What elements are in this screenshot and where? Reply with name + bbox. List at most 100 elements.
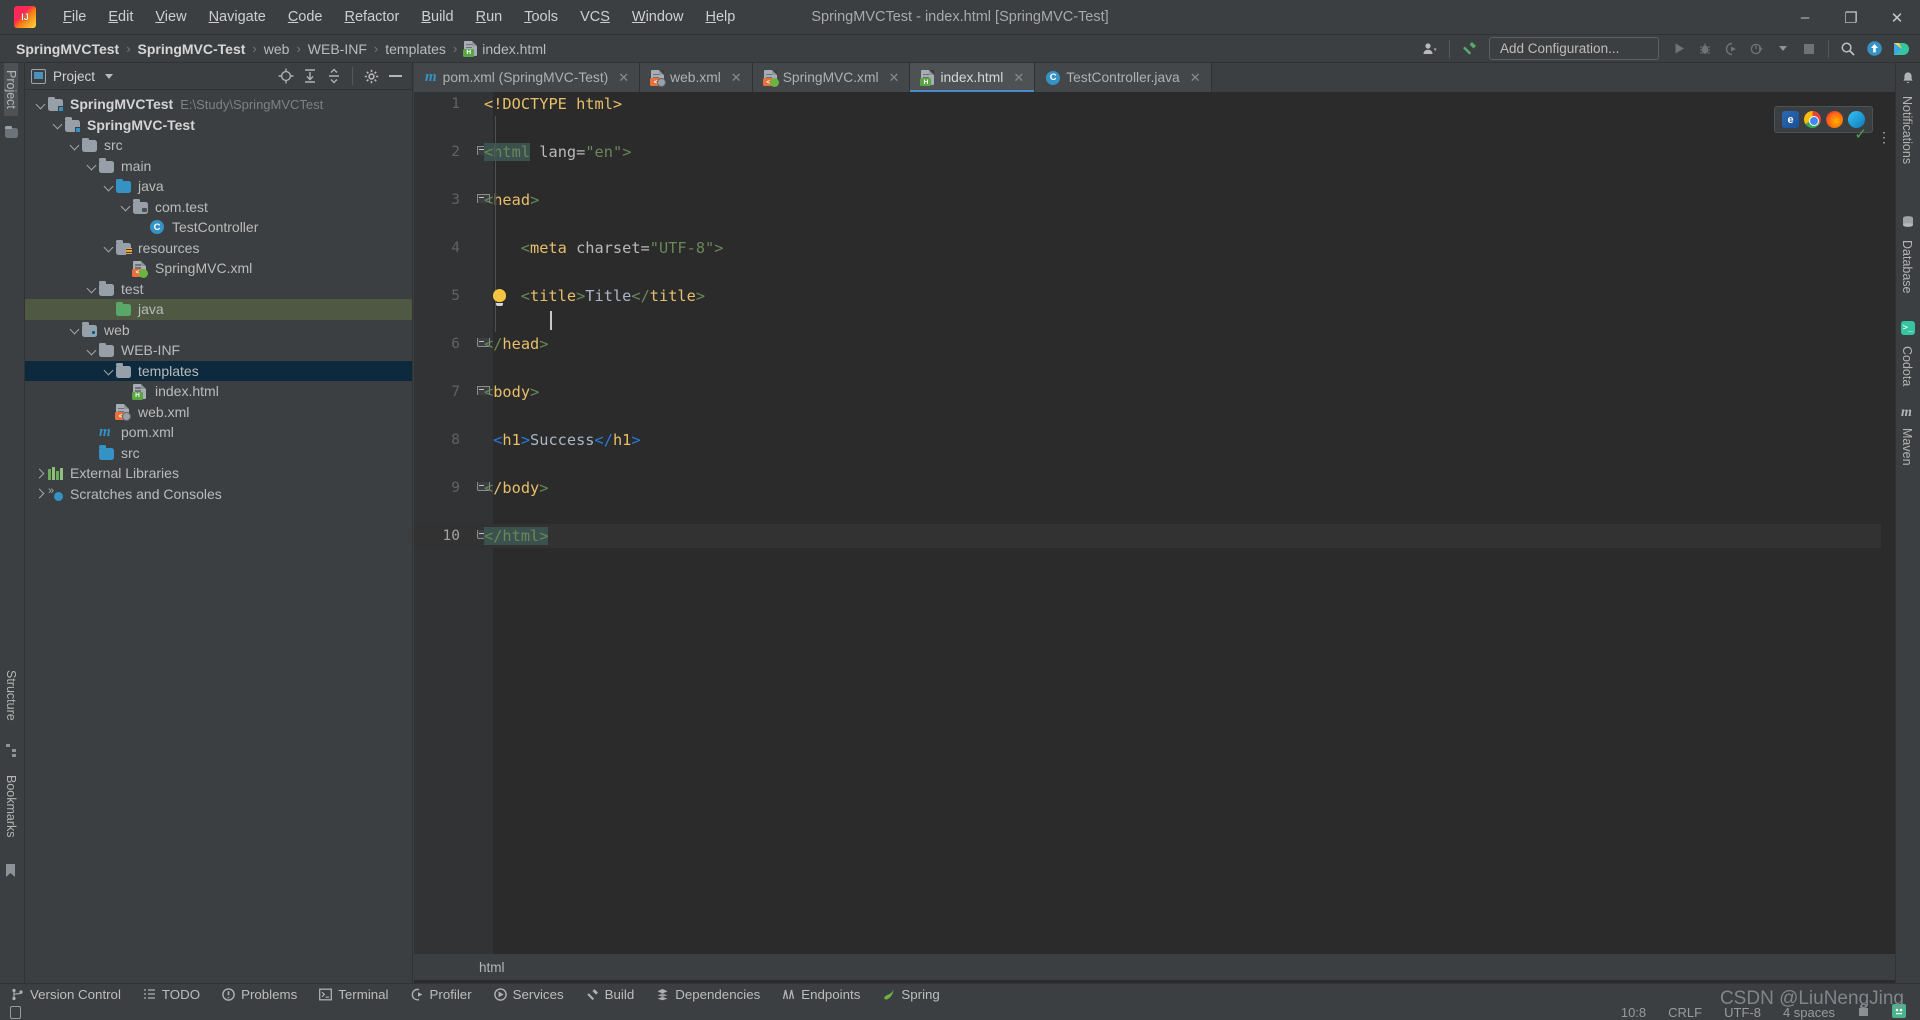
editor-scrollbar[interactable] — [1881, 121, 1895, 963]
tree-node-main[interactable]: main — [25, 156, 412, 177]
read-only-toggle-icon[interactable] — [1857, 1003, 1870, 1020]
run-with-coverage-icon[interactable] — [1719, 38, 1743, 60]
locate-icon[interactable] — [275, 66, 297, 87]
collapse-all-icon[interactable] — [323, 66, 345, 87]
tool-window-button-spring[interactable]: Spring — [871, 985, 950, 1004]
chevron-down-icon[interactable] — [103, 364, 116, 377]
chevron-down-icon[interactable] — [69, 323, 82, 336]
firefox-browser-icon[interactable] — [1826, 111, 1843, 128]
menu-navigate[interactable]: Navigate — [198, 6, 277, 28]
menu-code[interactable]: Code — [277, 6, 334, 28]
database-icon[interactable] — [1901, 215, 1915, 234]
tree-node-web-xml[interactable]: < web.xml — [25, 402, 412, 423]
chevron-right-icon[interactable] — [35, 467, 48, 480]
tree-node-springmvc-test[interactable]: SpringMVC-Test — [25, 115, 412, 136]
tree-node-index-html[interactable]: Hindex.html — [25, 381, 412, 402]
search-everywhere-icon[interactable] — [1836, 38, 1860, 60]
tool-strip-tab-database[interactable]: Database — [1900, 233, 1914, 301]
tool-window-button-endpoints[interactable]: Endpoints — [771, 985, 871, 1004]
tree-node-java[interactable]: java — [25, 299, 412, 320]
breadcrumb-item-springmvctest[interactable]: SpringMVCTest — [12, 40, 123, 58]
close-button[interactable]: ✕ — [1874, 0, 1920, 35]
codota-panel-icon[interactable]: >_ — [1901, 321, 1915, 335]
encoding-widget[interactable]: UTF-8 — [1724, 1005, 1761, 1020]
chevron-down-icon[interactable] — [69, 139, 82, 152]
close-icon[interactable]: ✕ — [1013, 70, 1024, 86]
menu-help[interactable]: Help — [694, 6, 746, 28]
close-icon[interactable]: ✕ — [889, 70, 900, 86]
tree-node-scratches-and-consoles[interactable]: Scratches and Consoles — [25, 484, 412, 505]
code-line[interactable]: 10 </html> — [414, 524, 1895, 548]
tool-window-button-terminal[interactable]: Terminal — [308, 985, 399, 1004]
editor-tab-overflow-icon[interactable]: ⋮ — [1877, 129, 1891, 146]
tree-node-test[interactable]: test — [25, 279, 412, 300]
editor-tab-web-xml[interactable]: < web.xml ✕ — [640, 63, 753, 92]
maven-icon[interactable]: m — [1901, 403, 1912, 421]
code-line[interactable]: 4 <meta charset="UTF-8"> — [414, 236, 1895, 260]
menu-run[interactable]: Run — [465, 6, 514, 28]
tree-node-pom-xml[interactable]: m pom.xml — [25, 422, 412, 443]
code-line[interactable]: 8 <h1>Success</h1> — [414, 428, 1895, 452]
tool-window-button-todo[interactable]: TODO — [132, 985, 211, 1004]
code-editor[interactable]: 1 <!DOCTYPE html> 2 <html lang="en"> 3 <head>… — [414, 92, 1895, 963]
chevron-down-icon[interactable] — [86, 282, 99, 295]
code-line[interactable]: 2 <html lang="en"> — [414, 140, 1895, 164]
code-line[interactable]: 5 <title>Title</title> — [414, 284, 1895, 308]
menu-edit[interactable]: Edit — [97, 6, 144, 28]
chrome-browser-icon[interactable] — [1804, 111, 1821, 128]
menu-file[interactable]: File — [52, 6, 97, 28]
project-tree[interactable]: SpringMVCTest E:\Study\SpringMVCTest Sprin… — [25, 90, 412, 504]
editor-tab-pom-xml-springmvc-test[interactable]: m pom.xml (SpringMVC-Test) ✕ — [414, 63, 641, 92]
code-line[interactable]: 3 <head> — [414, 188, 1895, 212]
close-icon[interactable]: ✕ — [618, 70, 629, 86]
tool-window-button-build[interactable]: Build — [575, 985, 646, 1004]
tree-node-java[interactable]: java — [25, 176, 412, 197]
close-icon[interactable]: ✕ — [731, 70, 742, 86]
hide-panel-icon[interactable] — [384, 66, 406, 87]
stop-icon[interactable] — [1797, 38, 1821, 60]
tool-window-button-profiler[interactable]: Profiler — [400, 985, 483, 1004]
tree-node-src[interactable]: src — [25, 443, 412, 464]
code-line[interactable]: 6 </head> — [414, 332, 1895, 356]
menu-window[interactable]: Window — [621, 6, 695, 28]
tree-node-templates[interactable]: templates — [25, 360, 412, 381]
breadcrumb-item-springmvc-test[interactable]: SpringMVC-Test — [134, 40, 250, 58]
debug-icon[interactable] — [1693, 38, 1717, 60]
breadcrumb-item-index-html[interactable]: Hindex.html — [460, 40, 550, 58]
menu-build[interactable]: Build — [410, 6, 464, 28]
editor-tab-testcontroller-java[interactable]: C TestController.java ✕ — [1035, 63, 1212, 92]
code-line[interactable]: 7 <body> — [414, 380, 1895, 404]
tool-strip-tab-codota[interactable]: Codota — [1900, 339, 1914, 393]
chevron-down-icon[interactable] — [103, 180, 116, 193]
chevron-right-icon[interactable] — [35, 487, 48, 500]
close-icon[interactable]: ✕ — [1190, 70, 1201, 86]
tree-node-resources[interactable]: resources — [25, 238, 412, 259]
intention-lightbulb-icon[interactable] — [493, 289, 506, 306]
tool-strip-tab-project[interactable]: Project — [4, 63, 18, 116]
code-line[interactable]: 9 </body> — [414, 476, 1895, 500]
minimize-button[interactable]: – — [1782, 0, 1828, 35]
chevron-down-icon[interactable] — [35, 98, 48, 111]
tree-node-external-libraries[interactable]: External Libraries — [25, 463, 412, 484]
menu-tools[interactable]: Tools — [513, 6, 569, 28]
lock-open-icon[interactable] — [10, 1006, 21, 1019]
project-files-icon[interactable] — [5, 125, 20, 142]
notifications-bell-icon[interactable] — [1901, 71, 1915, 90]
tool-strip-tab-notifications[interactable]: Notifications — [1900, 89, 1914, 171]
update-project-icon[interactable] — [1862, 38, 1886, 60]
chevron-down-icon[interactable] — [86, 159, 99, 172]
editor-tab-springmvc-xml[interactable]: < SpringMVC.xml ✕ — [752, 63, 911, 92]
bookmark-icon[interactable] — [5, 863, 20, 878]
user-avatar-icon[interactable] — [1418, 38, 1442, 60]
tree-node-com-test[interactable]: com.test — [25, 197, 412, 218]
tool-strip-tab-bookmarks[interactable]: Bookmarks — [4, 768, 18, 845]
chevron-down-icon[interactable] — [52, 118, 65, 131]
tool-strip-tab-structure[interactable]: Structure — [4, 663, 18, 728]
caret-position-widget[interactable]: 10:8 — [1621, 1005, 1646, 1020]
chevron-down-icon[interactable] — [120, 200, 133, 213]
menu-vcs[interactable]: VCS — [569, 6, 621, 28]
tree-node-web-inf[interactable]: WEB-INF — [25, 340, 412, 361]
code-lines[interactable]: 1 <!DOCTYPE html> 2 <html lang="en"> 3 <head>… — [414, 92, 1895, 963]
tree-node-testcontroller[interactable]: C TestController — [25, 217, 412, 238]
run-icon[interactable] — [1667, 38, 1691, 60]
